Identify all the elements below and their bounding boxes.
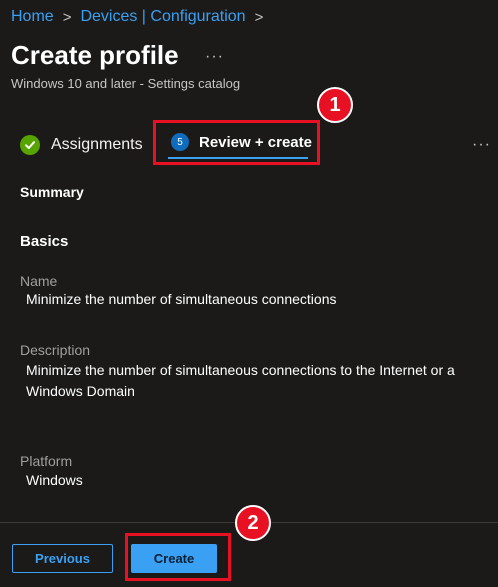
tab-assignments[interactable]: Assignments [20,135,143,155]
platform-label: Platform [20,453,73,469]
active-tab-indicator [168,157,308,159]
summary-heading: Summary [20,184,84,200]
platform-value: Windows [26,472,83,488]
breadcrumb-home-link[interactable]: Home [11,8,54,26]
tab-review-create-label: Review + create [199,133,312,151]
breadcrumb: Home > Devices | Configuration > [11,8,272,26]
name-label: Name [20,273,58,289]
step-number-icon: 5 [171,133,189,151]
page-subtitle: Windows 10 and later - Settings catalog [11,76,241,91]
page-title: Create profile [11,40,179,70]
tabs-more-icon[interactable]: ··· [472,136,491,154]
description-value: Minimize the number of simultaneous conn… [26,362,455,399]
tab-assignments-label: Assignments [51,136,143,153]
annotation-badge-1: 1 [317,87,353,123]
create-button[interactable]: Create [131,544,217,573]
breadcrumb-separator: > [62,8,72,26]
previous-button[interactable]: Previous [12,544,113,573]
description-label: Description [20,342,91,358]
breadcrumb-devices-configuration-link[interactable]: Devices | Configuration [80,8,245,26]
basics-heading: Basics [20,233,69,250]
name-value: Minimize the number of simultaneous conn… [26,291,337,307]
more-options-icon[interactable]: ··· [205,48,224,66]
annotation-badge-2: 2 [235,505,271,541]
breadcrumb-separator: > [254,8,264,26]
checkmark-icon [20,135,40,155]
tab-review-create[interactable]: 5 Review + create [155,122,317,162]
